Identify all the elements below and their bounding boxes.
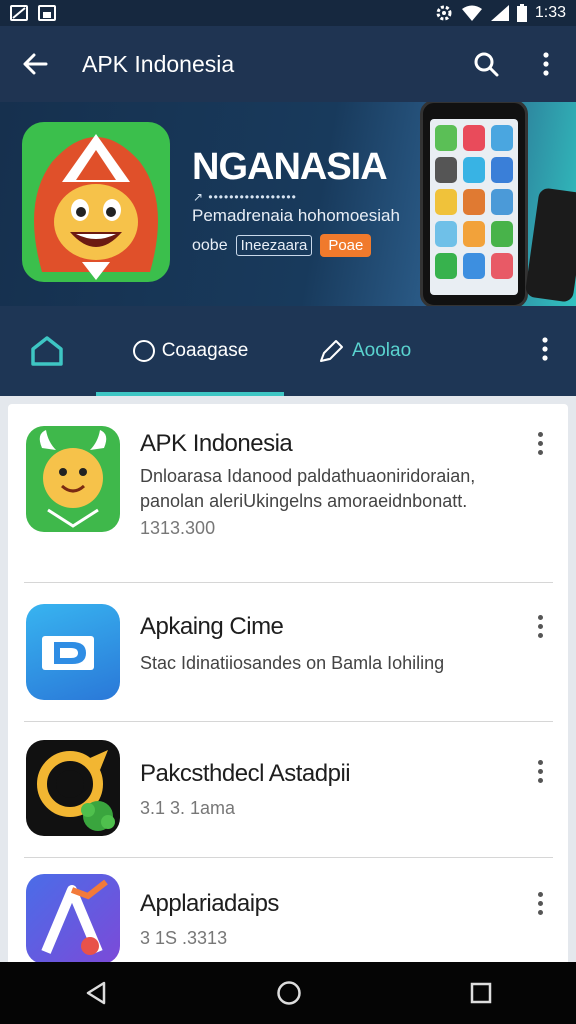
item-overflow-button[interactable]	[534, 432, 546, 455]
a-logo-icon	[26, 874, 120, 964]
settings-icon	[436, 5, 452, 21]
overflow-menu-button[interactable]	[516, 52, 576, 76]
item-overflow-button[interactable]	[534, 615, 546, 638]
signal-icon	[490, 5, 509, 21]
phone-app-icon	[463, 253, 485, 279]
battery-icon	[516, 4, 527, 22]
wifi-icon	[461, 5, 482, 21]
search-button[interactable]	[456, 51, 516, 77]
app-bar: APK Indonesia	[0, 26, 576, 102]
list-item[interactable]: APK Indonesia Dnloarasa Idanood paldathu…	[8, 404, 568, 582]
status-bar: 1:33	[0, 0, 576, 26]
phone-app-icon	[435, 221, 457, 247]
banner-tagline: oobe Ineezaara Poae	[192, 234, 372, 257]
tab-bar: Coaagase Aoolao	[0, 306, 576, 396]
banner-tagline-text: oobe	[192, 236, 228, 254]
app-description: Stac Idinatiiosandes on Bamla Iohiling	[140, 653, 445, 673]
phone-app-icon	[435, 157, 457, 183]
more-vert-icon	[543, 52, 549, 76]
more-vert-icon	[542, 336, 548, 361]
app-name: Applariadaips	[140, 890, 279, 917]
item-overflow-button[interactable]	[534, 892, 546, 915]
list-item[interactable]: Pakcsthdecl Astadpii 3.1 3. 1ama	[8, 722, 568, 857]
banner-tag: Ineezaara	[235, 235, 313, 256]
app-name: APK Indonesia	[140, 430, 293, 457]
page-title: APK Indonesia	[82, 50, 235, 77]
banner-heading: NGANASIA	[192, 146, 388, 188]
recents-square-icon[interactable]	[470, 982, 492, 1004]
status-time: 1:33	[534, 4, 566, 21]
phone-app-icon	[491, 253, 513, 279]
phone-app-icon	[491, 157, 513, 183]
ring-logo-icon	[26, 740, 120, 836]
phone-app-icon	[491, 189, 513, 215]
phone-illustration	[420, 102, 528, 306]
list-item[interactable]: Applariadaips 3 1S .3313	[8, 858, 568, 964]
banner-subline: Pemadrenaia hohomoesiah	[192, 206, 400, 225]
phone-app-icon	[435, 125, 457, 151]
list-item[interactable]: Apkaing Cime Stac Idinatiiosandes on Bam…	[8, 583, 568, 721]
system-nav-bar	[0, 962, 576, 1024]
status-right: 1:33	[435, 4, 566, 22]
phone-app-icon	[463, 157, 485, 183]
phone-app-icon	[435, 253, 457, 279]
phone-app-icon	[463, 189, 485, 215]
app-name: Apkaing Cime	[140, 613, 284, 640]
phone-app-icon	[491, 221, 513, 247]
status-left	[10, 5, 56, 21]
app-description: Dnloarasa Idanood paldathuaoniridoraian,…	[140, 466, 476, 511]
home-icon	[31, 336, 63, 366]
gallery-icon	[10, 5, 28, 21]
banner-small-line: ↗ •••••••••••••••••	[193, 190, 297, 204]
tab-coaagase[interactable]: Coaagase	[96, 306, 284, 396]
back-button[interactable]	[0, 53, 70, 75]
circle-icon	[132, 340, 155, 362]
phone-app-icon	[435, 189, 457, 215]
d-logo-icon	[26, 604, 120, 700]
tab-label: Aoolao	[352, 340, 412, 361]
banner-pill-button[interactable]: Poae	[320, 234, 372, 257]
phone-app-icon	[463, 221, 485, 247]
storage-icon	[38, 5, 56, 21]
phone-screen	[430, 119, 518, 295]
camera-illustration	[524, 187, 576, 303]
mascot-icon	[26, 426, 120, 532]
app-name: Pakcsthdecl Astadpii	[140, 760, 351, 787]
back-arrow-icon	[23, 53, 48, 75]
tab-home[interactable]	[0, 335, 94, 367]
app-meta: 3.1 3. 1ama	[140, 798, 236, 818]
promo-banner[interactable]: NGANASIA ↗ ••••••••••••••••• Pemadrenaia…	[0, 102, 576, 306]
tab-overflow-button[interactable]	[542, 336, 548, 366]
app-meta: 3 1S .3313	[140, 928, 228, 948]
tab-aoolao[interactable]: Aoolao	[318, 306, 411, 396]
mascot-logo-icon	[22, 122, 170, 282]
pen-icon	[320, 340, 343, 362]
item-overflow-button[interactable]	[534, 760, 546, 783]
app-list-card: APK Indonesia Dnloarasa Idanood paldathu…	[8, 404, 568, 974]
search-icon	[474, 52, 499, 77]
back-triangle-icon[interactable]	[84, 981, 108, 1005]
phone-app-icon	[491, 125, 513, 151]
tab-label: Coaagase	[161, 340, 249, 361]
phone-app-icon	[463, 125, 485, 151]
home-circle-icon[interactable]	[276, 980, 302, 1006]
content-area: APK Indonesia Dnloarasa Idanood paldathu…	[0, 396, 576, 974]
app-meta: 1313.300	[140, 518, 216, 538]
